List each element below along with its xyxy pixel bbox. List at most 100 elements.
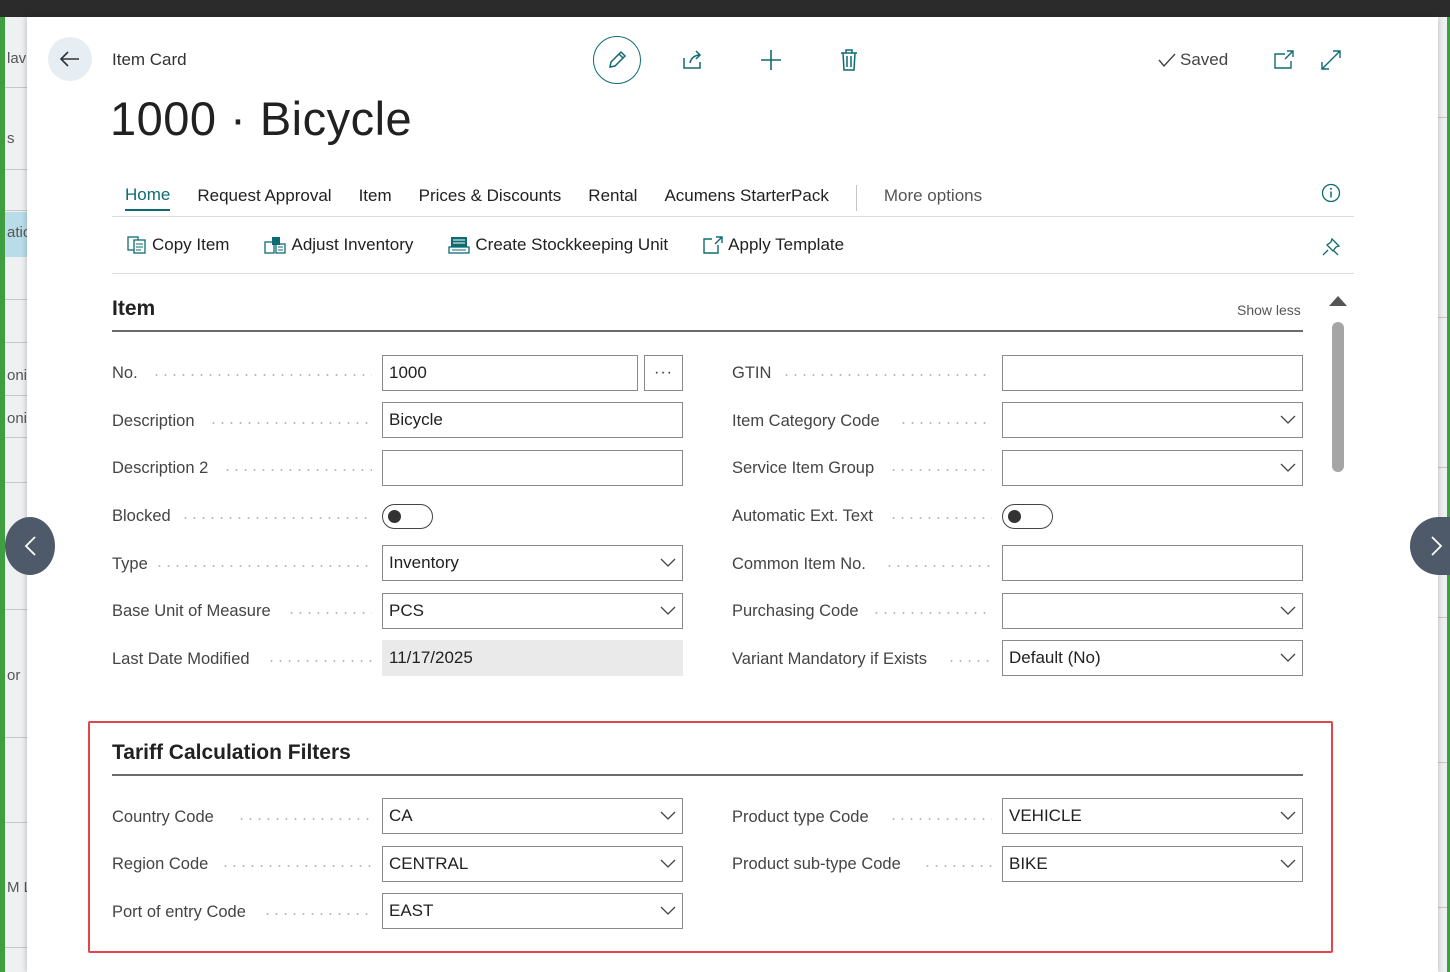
section-title-item: Item xyxy=(112,297,156,320)
base-unit-of-measure-value: PCS xyxy=(389,601,424,620)
tab-home[interactable]: Home xyxy=(125,185,171,211)
expand-button[interactable] xyxy=(1317,46,1345,74)
checkmark-icon xyxy=(1158,53,1176,67)
chevron-down-icon xyxy=(1280,606,1296,615)
no-lookup-button[interactable]: ··· xyxy=(644,355,683,391)
chevron-down-icon xyxy=(1280,463,1296,472)
chevron-down-icon xyxy=(1280,811,1296,820)
description-field[interactable]: Bicycle xyxy=(382,402,683,438)
copy-item-label: Copy Item xyxy=(152,235,230,254)
leader-dots xyxy=(223,469,372,471)
copy-item-button[interactable]: Copy Item xyxy=(127,235,229,255)
leader-dots xyxy=(889,469,992,471)
tab-item[interactable]: Item xyxy=(359,186,392,210)
leader-dots xyxy=(889,517,992,519)
back-button[interactable] xyxy=(48,37,92,81)
field-label-last-date-modified: Last Date Modified xyxy=(112,650,250,668)
plus-icon xyxy=(761,50,781,70)
trash-icon xyxy=(841,49,857,71)
background-page-left: lav s atio oni oni or M L xyxy=(0,17,30,972)
chevron-down-icon xyxy=(660,558,676,567)
chevron-down-icon xyxy=(1280,653,1296,662)
leader-dots xyxy=(237,818,372,820)
last-date-modified-field: 11/17/2025 xyxy=(382,640,683,676)
field-label-blocked: Blocked xyxy=(112,507,171,525)
common-item-no-field[interactable] xyxy=(1002,545,1303,581)
share-button[interactable] xyxy=(679,46,707,74)
stockkeeping-unit-icon xyxy=(448,237,471,254)
gtin-field[interactable] xyxy=(1002,355,1303,391)
create-stockkeeping-unit-button[interactable]: Create Stockkeeping Unit xyxy=(448,235,668,255)
automatic-ext-text-toggle[interactable] xyxy=(1002,504,1053,529)
field-label-automatic-ext-text: Automatic Ext. Text xyxy=(732,507,873,525)
leader-dots xyxy=(287,612,372,614)
apply-template-button[interactable]: Apply Template xyxy=(703,235,844,255)
product-sub-type-code-dropdown[interactable]: BIKE xyxy=(1002,846,1303,882)
blocked-toggle[interactable] xyxy=(382,504,433,529)
type-dropdown[interactable]: Inventory xyxy=(382,545,683,581)
chevron-down-icon xyxy=(1280,415,1296,424)
region-code-dropdown[interactable]: CENTRAL xyxy=(382,846,683,882)
item-category-code-dropdown[interactable] xyxy=(1002,402,1303,438)
share-icon xyxy=(683,50,702,69)
info-button[interactable] xyxy=(1317,179,1345,207)
action-tabs: Home Request Approval Item Prices & Disc… xyxy=(125,183,1009,213)
scroll-up-arrow[interactable] xyxy=(1329,296,1347,306)
purchasing-code-dropdown[interactable] xyxy=(1002,593,1303,629)
background-text: or xyxy=(7,667,21,684)
variant-mandatory-dropdown[interactable]: Default (No) xyxy=(1002,640,1303,676)
saved-status: Saved xyxy=(1158,50,1228,70)
apply-template-icon xyxy=(703,236,723,254)
chevron-down-icon xyxy=(1280,859,1296,868)
base-unit-of-measure-dropdown[interactable]: PCS xyxy=(382,593,683,629)
section-divider xyxy=(112,774,1303,776)
leader-dots xyxy=(221,865,372,867)
chevron-down-icon xyxy=(660,606,676,615)
leader-dots xyxy=(263,913,372,915)
create-stockkeeping-unit-label: Create Stockkeeping Unit xyxy=(475,235,669,254)
show-less-link[interactable]: Show less xyxy=(1237,302,1301,318)
country-code-value: CA xyxy=(389,806,413,825)
country-code-dropdown[interactable]: CA xyxy=(382,798,683,834)
type-value: Inventory xyxy=(389,553,459,572)
background-top-bar xyxy=(0,0,1450,17)
background-text: lav xyxy=(7,50,27,67)
service-item-group-dropdown[interactable] xyxy=(1002,450,1303,486)
field-label-no: No. xyxy=(112,364,138,382)
more-options-button[interactable]: More options xyxy=(884,186,982,210)
pencil-icon xyxy=(609,50,627,68)
description-2-field[interactable] xyxy=(382,450,683,486)
section-divider xyxy=(112,330,1303,332)
region-code-value: CENTRAL xyxy=(389,854,469,873)
product-type-code-value: VEHICLE xyxy=(1009,806,1082,825)
last-date-modified-value: 11/17/2025 xyxy=(389,648,473,667)
previous-record-button[interactable] xyxy=(5,517,55,575)
field-label-description: Description xyxy=(112,412,195,430)
field-label-product-type-code: Product type Code xyxy=(732,808,869,826)
leader-dots xyxy=(885,565,992,567)
no-field[interactable]: 1000 xyxy=(382,355,638,391)
open-in-new-window-button[interactable] xyxy=(1270,46,1298,74)
edit-button[interactable] xyxy=(593,36,641,84)
adjust-inventory-button[interactable]: Adjust Inventory xyxy=(264,235,413,255)
new-button[interactable] xyxy=(757,46,785,74)
scrollbar-thumb[interactable] xyxy=(1332,322,1344,472)
field-label-base-unit-of-measure: Base Unit of Measure xyxy=(112,602,271,620)
field-label-common-item-no: Common Item No. xyxy=(732,555,866,573)
background-text: s xyxy=(7,130,15,147)
tab-prices-discounts[interactable]: Prices & Discounts xyxy=(419,186,562,210)
tab-request-approval[interactable]: Request Approval xyxy=(197,186,331,210)
pin-action-bar-button[interactable] xyxy=(1317,233,1345,261)
field-label-product-sub-type-code: Product sub-type Code xyxy=(732,855,901,873)
leader-dots xyxy=(181,517,372,519)
tab-acumens-starterpack[interactable]: Acumens StarterPack xyxy=(664,186,828,210)
chevron-down-icon xyxy=(660,906,676,915)
field-label-country-code: Country Code xyxy=(112,808,214,826)
tab-rental[interactable]: Rental xyxy=(588,186,637,210)
port-of-entry-code-dropdown[interactable]: EAST xyxy=(382,893,683,929)
arrow-left-icon xyxy=(60,51,79,67)
product-type-code-dropdown[interactable]: VEHICLE xyxy=(1002,798,1303,834)
chevron-down-icon xyxy=(660,811,676,820)
delete-button[interactable] xyxy=(835,46,863,74)
field-label-gtin: GTIN xyxy=(732,364,772,382)
